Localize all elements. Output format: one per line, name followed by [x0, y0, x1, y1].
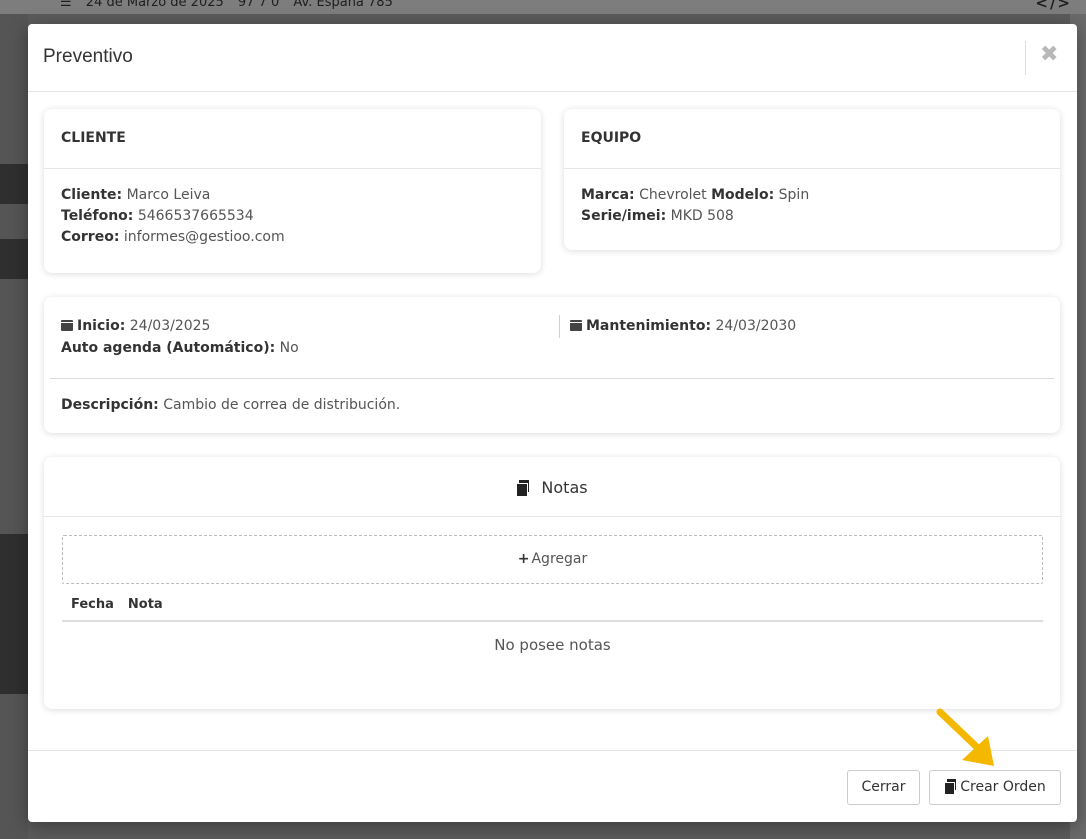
mantenimiento-label: Mantenimiento:	[586, 318, 712, 334]
serie-value: MKD 508	[670, 208, 734, 224]
notas-heading: Notas	[44, 457, 1060, 517]
background-code: 97 7 0	[237, 0, 280, 10]
crear-orden-label: Crear Orden	[960, 779, 1046, 795]
copy-icon	[944, 779, 957, 795]
column-header-fecha: Fecha	[71, 597, 114, 612]
notas-table-header: Fecha Nota	[62, 595, 1043, 622]
cliente-card-body: Cliente: Marco Leiva Teléfono: 546653766…	[44, 169, 541, 264]
background-code-icon: </>	[1035, 0, 1072, 12]
background-sidebar-band	[0, 164, 28, 204]
modal-footer: Cerrar Crear Orden	[28, 750, 1077, 822]
modal-header: Preventivo ✖	[28, 24, 1077, 92]
inicio-label: Inicio:	[77, 318, 126, 334]
cliente-card-heading: CLIENTE	[44, 109, 541, 169]
background-sidebar-band	[0, 534, 28, 694]
cerrar-button[interactable]: Cerrar	[847, 770, 920, 805]
mantenimiento-value: 24/03/2030	[715, 318, 797, 334]
auto-agenda-label: Auto agenda (Automático):	[61, 340, 276, 356]
equipo-card-heading: EQUIPO	[564, 109, 1060, 169]
correo-label: Correo:	[61, 229, 120, 245]
info-dates-section: Inicio: 24/03/2025 Auto agenda (Automáti…	[50, 297, 1054, 379]
close-icon[interactable]: ✖	[1040, 42, 1058, 67]
notas-table: Fecha Nota No posee notas	[62, 595, 1043, 654]
info-card: Inicio: 24/03/2025 Auto agenda (Automáti…	[44, 297, 1060, 433]
plus-icon: +	[517, 551, 530, 567]
agregar-label: Agregar	[531, 551, 588, 567]
background-topbar-text: ☰ 24 de Marzo de 2025 97 7 0 Av. España …	[60, 0, 403, 10]
modelo-value: Spin	[778, 187, 810, 203]
telefono-label: Teléfono:	[61, 208, 134, 224]
correo-value: informes@gestioo.com	[123, 229, 285, 245]
cliente-label: Cliente:	[61, 187, 123, 203]
close-button[interactable]: ✖	[1025, 41, 1077, 75]
descripcion-row: Descripción: Cambio de correa de distrib…	[44, 379, 1060, 431]
cliente-value: Marco Leiva	[126, 187, 211, 203]
info-left-column: Inicio: 24/03/2025 Auto agenda (Automáti…	[61, 315, 299, 359]
modelo-label: Modelo:	[711, 187, 775, 203]
background-topbar: ☰ 24 de Marzo de 2025 97 7 0 Av. España …	[0, 0, 1086, 14]
marca-label: Marca:	[581, 187, 635, 203]
preventivo-modal: Preventivo ✖ CLIENTE Cliente: Marco Leiv…	[28, 24, 1077, 822]
serie-label: Serie/imei:	[581, 208, 667, 224]
equipo-card-body: Marca: Chevrolet Modelo: Spin Serie/imei…	[564, 169, 1060, 243]
info-right-column: Mantenimiento: 24/03/2030	[559, 315, 796, 338]
notas-card: Notas + Agregar Fecha Nota No posee notas	[44, 457, 1060, 709]
marca-value: Chevrolet	[639, 187, 707, 203]
background-sidebar	[0, 14, 28, 839]
highlight-arrow-icon	[936, 708, 994, 766]
agregar-nota-button[interactable]: + Agregar	[62, 535, 1043, 584]
copy-icon	[516, 480, 530, 497]
calendar-icon	[61, 320, 73, 331]
calendar-icon	[570, 320, 582, 331]
descripcion-label: Descripción:	[61, 397, 159, 413]
background-date: 24 de Marzo de 2025	[85, 0, 224, 10]
cliente-card: CLIENTE Cliente: Marco Leiva Teléfono: 5…	[44, 109, 541, 273]
background-sidebar-band	[0, 239, 28, 279]
column-header-nota: Nota	[127, 597, 163, 612]
auto-agenda-value: No	[279, 340, 299, 356]
equipo-card: EQUIPO Marca: Chevrolet Modelo: Spin Ser…	[564, 109, 1060, 250]
notas-heading-label: Notas	[541, 478, 588, 497]
telefono-value: 5466537665534	[137, 208, 254, 224]
modal-title: Preventivo	[43, 46, 133, 67]
descripcion-value: Cambio de correa de distribución.	[163, 397, 401, 413]
background-address: Av. España 785	[293, 0, 393, 10]
notas-empty-message: No posee notas	[494, 636, 611, 654]
inicio-value: 24/03/2025	[129, 318, 211, 334]
